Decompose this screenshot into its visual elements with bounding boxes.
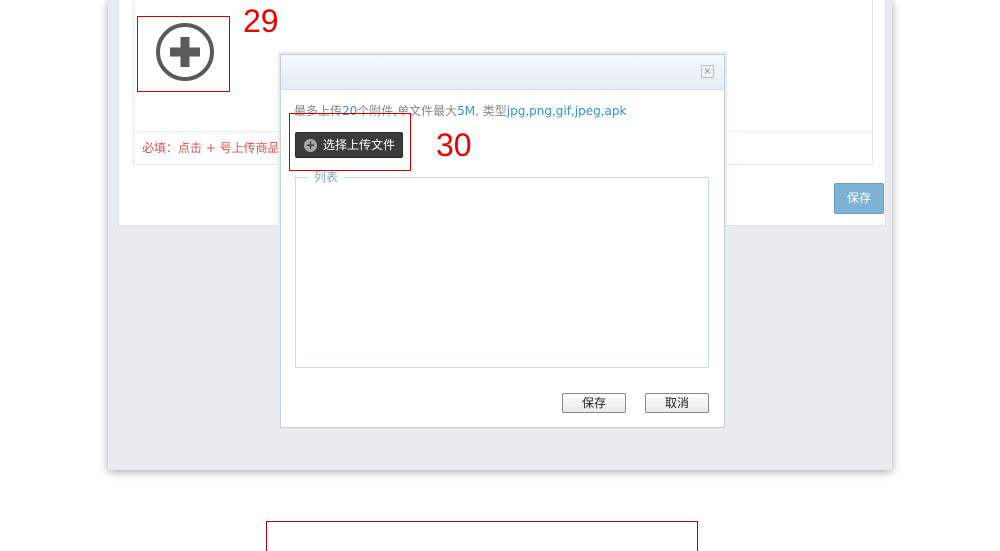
dialog-cancel-button[interactable]: 取消 — [645, 393, 709, 413]
file-list-legend: 列表 — [308, 170, 345, 184]
file-list: 列表 — [295, 170, 709, 368]
allowed-types: jpg,png,gif,jpeg,apk — [506, 104, 627, 118]
page-save-button[interactable]: 保存 — [834, 183, 884, 214]
callout-box-choose — [289, 113, 411, 171]
dialog-save-button[interactable]: 保存 — [562, 393, 626, 413]
close-icon[interactable]: × — [701, 65, 714, 78]
bottom-frame — [266, 521, 698, 551]
callout-box-add — [137, 16, 230, 92]
max-size: 5M — [457, 104, 476, 118]
info-text-3: , 类型 — [475, 104, 507, 118]
dialog-header: × — [281, 55, 724, 90]
upload-dialog: × 最多上传20个附件,单文件最大5M, 类型jpg,png,gif,jpeg,… — [280, 54, 725, 428]
callout-number-add: 29 — [243, 3, 279, 39]
callout-number-choose: 30 — [436, 127, 472, 163]
